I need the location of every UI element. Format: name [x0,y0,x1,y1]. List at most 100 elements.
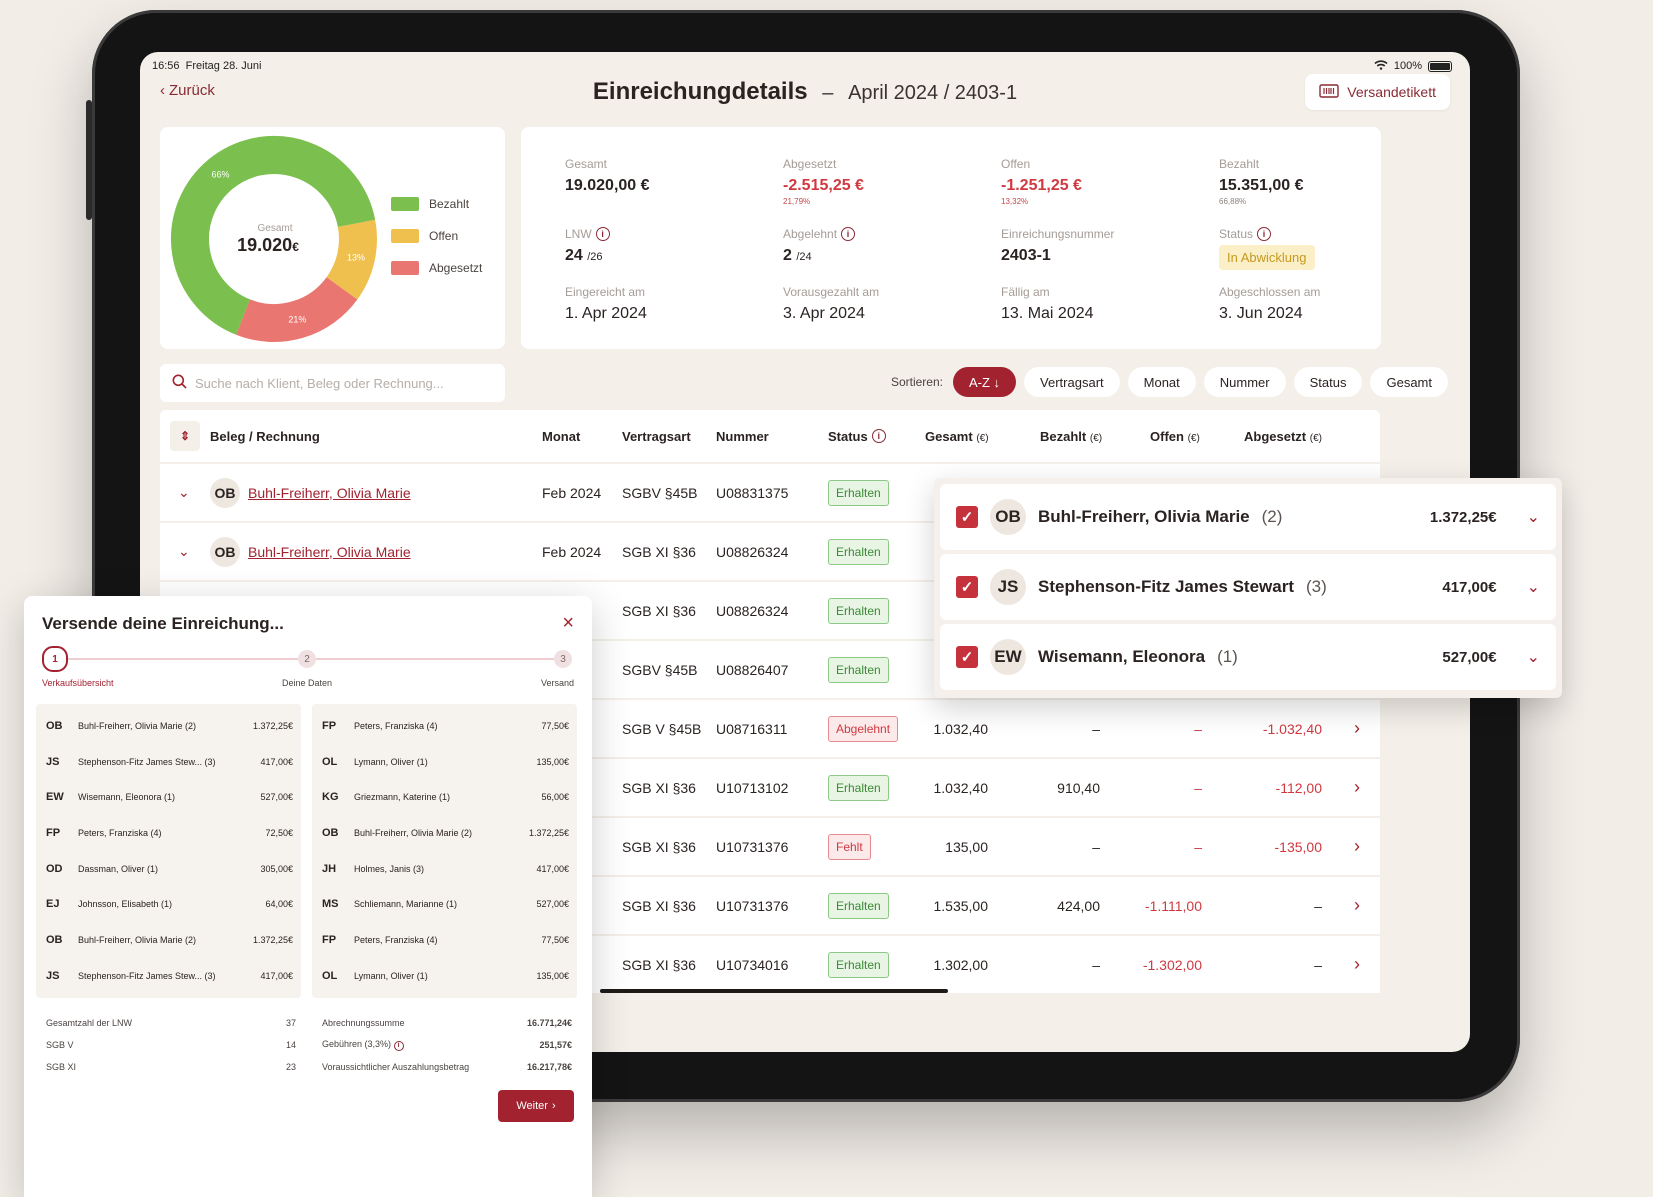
stat-offen-label: Offen [1001,157,1031,171]
client-name: Peters, Franziska (4) [354,934,438,945]
client-initials: FP [322,719,337,732]
sort-bar: Sortieren: A-Z ↓ Vertragsart Monat Numme… [891,367,1448,397]
client-name: Wisemann, Eleonora (1) [78,792,176,803]
chevron-down-icon[interactable]: ⌄ [1527,647,1540,667]
scrollbar[interactable] [600,989,948,993]
cell-nummer: U10731376 [716,897,789,914]
th-offen[interactable]: Offen (€) [1150,429,1200,444]
th-nummer[interactable]: Nummer [716,429,769,444]
sort-chip-gesamt[interactable]: Gesamt [1370,367,1448,397]
cell-vertragsart: SGB XI §36 [622,956,696,973]
step-3[interactable]: 3 [554,650,572,668]
th-gesamt[interactable]: Gesamt (€) [925,429,989,444]
stepper: 1 2 3 Verkaufsübersicht Deine Daten Vers… [42,646,574,688]
popover-client-row[interactable]: ✓ EW Wisemann, Eleonora (1) 527,00€ ⌄ [940,624,1556,690]
modal-list-item: EJ Johnsson, Elisabeth (1) 64,00€ [36,886,301,922]
th-status[interactable]: Status i [828,429,886,444]
cell-offen: – [1194,720,1202,737]
client-initials: OB [210,536,240,567]
stat-eingereicht-value: 1. Apr 2024 [565,305,647,322]
sort-chip-nummer[interactable]: Nummer [1203,367,1286,397]
cell-offen: – [1194,779,1202,796]
th-beleg[interactable]: Beleg / Rechnung [210,429,320,444]
cell-offen: – [1194,838,1202,855]
legend-swatch [391,197,419,211]
cell-offen: -1.302,00 [1142,956,1202,973]
chevron-right-icon[interactable]: › [1354,954,1360,975]
checkbox-checked-icon[interactable]: ✓ [956,576,978,598]
cell-vertragsart: SGBV §45B [622,484,698,501]
info-icon[interactable]: i [871,429,886,443]
checkbox-checked-icon[interactable]: ✓ [956,646,978,668]
cell-bezahlt: 424,00 [1057,897,1100,914]
client-link[interactable]: Buhl-Freiherr, Olivia Marie [248,544,411,560]
status-badge: Erhalten [828,597,889,624]
client-link[interactable]: Buhl-Freiherr, Olivia Marie [248,485,411,501]
step-2[interactable]: 2 [298,650,316,668]
popover-client-row[interactable]: ✓ OB Buhl-Freiherr, Olivia Marie (2) 1.372,2… [940,484,1556,550]
sort-chip-status[interactable]: Status [1293,367,1363,397]
modal-list-item: FP Peters, Franziska (4) 72,50€ [36,815,301,851]
info-icon[interactable]: i [1257,227,1272,241]
th-bezahlt[interactable]: Bezahlt (€) [1040,429,1102,444]
client-name: Stephenson-Fitz James Stew... (3) [78,756,216,767]
sort-chip-monat[interactable]: Monat [1127,367,1196,397]
summary-value: 37 [285,1018,296,1028]
step-3-label: Versand [540,678,574,688]
stat-offen-value: -1.251,25 € [1001,177,1082,194]
chevron-down-icon[interactable]: ⌄ [178,484,190,501]
stat-abgeschlossen-label: Abgeschlossen am [1219,285,1321,299]
stat-offen: Offen -1.251,25 € 13,32% [1001,157,1082,206]
chevron-down-icon[interactable]: ⌄ [178,543,190,560]
summary-label: SGB V [46,1040,74,1050]
chevron-right-icon[interactable]: › [1354,777,1360,798]
step-1[interactable]: 1 [42,646,68,672]
expand-collapse-icon[interactable]: ⇕ [170,421,200,451]
info-icon[interactable]: i [393,1040,404,1051]
client-name: Wisemann, Eleonora [1038,647,1206,666]
chevron-right-icon[interactable]: › [1354,895,1360,916]
modal-list-left: OB Buhl-Freiherr, Olivia Marie (2) 1.372,2… [36,704,301,998]
client-amount: 72,50€ [265,827,293,838]
shipping-label-button[interactable]: Versandetikett [1305,74,1450,110]
summary-value: 251,57€ [539,1040,572,1050]
checkbox-checked-icon[interactable]: ✓ [956,506,978,528]
th-monat[interactable]: Monat [542,429,580,444]
status-bar: 16:56 Freitag 28. Juni 100% [152,58,1452,74]
battery-icon [1428,60,1452,72]
client-name: Buhl-Freiherr, Olivia Marie (2) [78,934,197,945]
th-abgesetzt[interactable]: Abgesetzt (€) [1244,429,1322,444]
popover-client-row[interactable]: ✓ JS Stephenson-Fitz James Stewart (3) 417,0… [940,554,1556,620]
info-icon[interactable]: i [841,227,856,241]
modal-list-item: OB Buhl-Freiherr, Olivia Marie (2) 1.372,2… [36,922,301,958]
chevron-right-icon[interactable]: › [1354,836,1360,857]
next-button[interactable]: Weiter › [498,1090,574,1122]
sort-chip-az[interactable]: A-Z ↓ [952,367,1017,397]
stat-nummer-label: Einreichungsnummer [1001,227,1115,241]
status-badge: Erhalten [828,656,889,683]
client-count: (1) [1217,647,1238,666]
stat-bezahlt-pct: 66,88% [1219,197,1247,206]
search-input[interactable]: Suche nach Klient, Beleg oder Rechnung..… [160,364,505,402]
search-icon [172,374,187,392]
stat-bezahlt-value: 15.351,00 € [1219,177,1304,194]
stat-faellig: Fällig am 13. Mai 2024 [1001,285,1094,323]
chevron-right-icon[interactable]: › [1354,718,1360,739]
cell-abgesetzt: – [1314,956,1322,973]
sort-chip-vertragsart[interactable]: Vertragsart [1024,367,1120,397]
cell-nummer: U10713102 [716,779,789,796]
th-vertragsart[interactable]: Vertragsart [622,429,691,444]
status-badge: Erhalten [828,774,889,801]
submission-modal: Versende deine Einreichung... × 1 2 3 Ve… [24,596,592,1197]
chevron-down-icon[interactable]: ⌄ [1527,577,1540,597]
client-amount: 417,00€ [536,863,569,874]
close-icon[interactable]: × [562,612,574,635]
info-icon[interactable]: i [595,227,610,241]
stat-nummer-value: 2403-1 [1001,247,1051,264]
cell-bezahlt: – [1092,838,1100,855]
legend-label: Bezahlt [429,197,470,211]
chevron-down-icon[interactable]: ⌄ [1527,507,1540,527]
stat-abgelehnt-label: Abgelehnt [783,227,838,241]
shipping-label-text: Versandetikett [1347,84,1436,100]
summary-donut-card: 13% 21% 66% Gesamt 19.020€ Bezahlt Offen Abg… [160,127,505,349]
